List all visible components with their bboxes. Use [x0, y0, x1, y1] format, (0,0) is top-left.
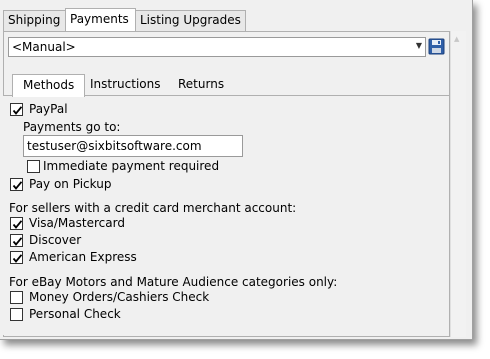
- tab-returns[interactable]: Returns: [178, 77, 224, 91]
- paypal-email-field[interactable]: testuser@sixbitsoftware.com: [23, 135, 243, 157]
- money-orders-checkbox[interactable]: [10, 291, 23, 304]
- pay-on-pickup-checkbox[interactable]: [10, 178, 23, 191]
- payments-window: Shipping Payments Listing Upgrades ▲ <Ma…: [0, 0, 473, 340]
- discover-checkbox[interactable]: [10, 234, 23, 247]
- tab-payments[interactable]: Payments: [65, 8, 136, 31]
- tab-shipping[interactable]: Shipping: [3, 10, 66, 31]
- tab-shipping-label: Shipping: [8, 13, 61, 27]
- pay-on-pickup-label: Pay on Pickup: [29, 177, 112, 191]
- check-icon: [12, 254, 23, 263]
- american-express-label: American Express: [29, 250, 137, 264]
- tab-instructions-label: Instructions: [90, 77, 161, 91]
- check-icon: [12, 106, 23, 115]
- tab-returns-label: Returns: [178, 77, 225, 91]
- vertical-scrollbar[interactable]: ▲: [450, 31, 466, 337]
- payment-profile-select[interactable]: <Manual> ▼: [8, 37, 426, 57]
- scroll-up-arrow-icon[interactable]: ▲: [454, 35, 459, 43]
- check-icon: [12, 181, 23, 190]
- chevron-down-icon[interactable]: ▼: [416, 41, 422, 50]
- american-express-checkbox[interactable]: [10, 251, 23, 264]
- visa-mastercard-label: Visa/Mastercard: [29, 216, 125, 230]
- tab-listing-upgrades-label: Listing Upgrades: [140, 13, 241, 27]
- personal-check-label: Personal Check: [29, 307, 121, 321]
- money-orders-label: Money Orders/Cashiers Check: [29, 290, 210, 304]
- discover-label: Discover: [29, 233, 82, 247]
- save-icon[interactable]: [428, 38, 445, 55]
- paypal-label: PayPal: [29, 102, 68, 116]
- merchant-account-heading: For sellers with a credit card merchant …: [9, 201, 297, 215]
- tab-payments-label: Payments: [70, 12, 129, 26]
- tab-listing-upgrades[interactable]: Listing Upgrades: [135, 10, 246, 31]
- check-icon: [12, 220, 23, 229]
- motors-mature-heading: For eBay Motors and Mature Audience cate…: [9, 275, 338, 289]
- personal-check-checkbox[interactable]: [10, 308, 23, 321]
- check-icon: [12, 237, 23, 246]
- immediate-payment-label: Immediate payment required: [43, 159, 220, 173]
- tab-methods[interactable]: Methods: [12, 74, 86, 97]
- immediate-payment-checkbox[interactable]: [27, 160, 40, 173]
- visa-mastercard-checkbox[interactable]: [10, 217, 23, 230]
- paypal-checkbox[interactable]: [10, 103, 23, 116]
- payments-go-to-label: Payments go to:: [23, 120, 121, 134]
- payment-profile-value: <Manual>: [12, 40, 76, 54]
- tab-instructions[interactable]: Instructions: [90, 77, 160, 91]
- tab-methods-label: Methods: [23, 78, 75, 92]
